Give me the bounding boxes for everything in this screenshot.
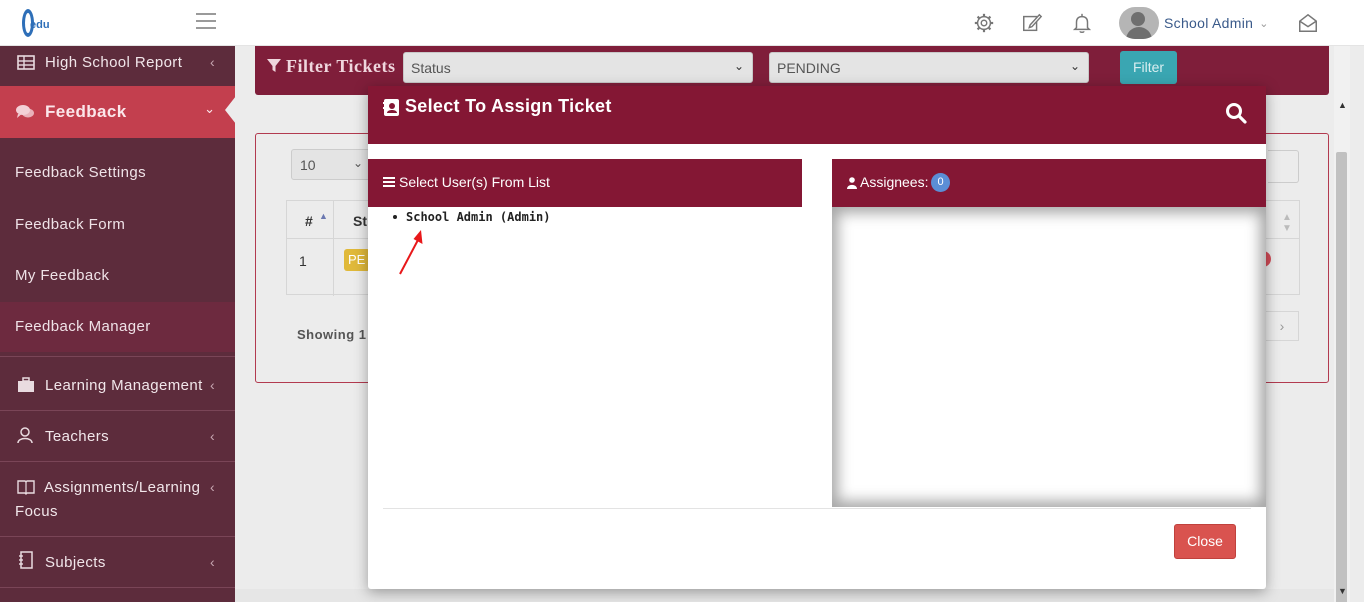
sidebar-item-teachers[interactable]: Teachers ‹ [0, 426, 235, 456]
chevron-down-icon: ⌄ [352, 156, 363, 170]
user-name: School Admin [1164, 15, 1254, 31]
sidebar: High School Report ‹ Feedback ⌄ Feedback… [0, 46, 236, 602]
sort-asc-icon: ▲ [319, 211, 328, 221]
column-header-status[interactable]: St [353, 213, 367, 229]
sidebar-sub-feedback-settings[interactable]: Feedback Settings [15, 164, 146, 181]
column-divider [333, 201, 334, 296]
book-icon [17, 480, 35, 495]
chevron-left-icon: ‹ [209, 54, 215, 70]
divider [0, 356, 235, 357]
sidebar-item-assignments[interactable]: Assignments/Learning Focus ‹ [0, 476, 235, 526]
table-icon [17, 55, 35, 70]
list-item[interactable]: School Admin (Admin) [393, 210, 551, 224]
chevron-left-icon: ‹ [209, 554, 215, 570]
filter-icon [267, 59, 281, 72]
sidebar-sub-feedback-manager[interactable]: Feedback Manager [15, 318, 151, 335]
next-page-button[interactable]: › [1266, 311, 1299, 341]
divider [0, 587, 235, 588]
chevron-left-icon: ‹ [209, 377, 215, 393]
close-button[interactable]: Close [1174, 524, 1236, 559]
page-length-select[interactable]: 10 ⌄ [291, 149, 371, 180]
chevron-left-icon: ‹ [209, 428, 215, 444]
user-list: School Admin (Admin) [393, 210, 551, 224]
user-list-panel-title: Select User(s) From List [399, 174, 550, 190]
sidebar-item-learning-management[interactable]: Learning Management ‹ [0, 374, 235, 404]
sidebar-item-subjects[interactable]: Subjects ‹ [0, 551, 235, 581]
top-bar: edu School Admin ⌄ [0, 0, 1364, 46]
column-header-number[interactable]: # [305, 213, 313, 229]
status-badge: PE [344, 249, 370, 271]
modal-footer-divider [383, 508, 1251, 509]
filter-title: Filter Tickets [267, 56, 396, 77]
menu-toggle-icon[interactable] [196, 13, 216, 29]
bullet [393, 214, 397, 219]
scrollbar-thumb[interactable] [1336, 152, 1347, 602]
value-select[interactable]: PENDING ⌄ [769, 52, 1089, 83]
sidebar-item-label: Learning Management [45, 377, 203, 394]
chevron-down-icon: ⌄ [1069, 59, 1080, 73]
sidebar-item-label: Teachers [45, 428, 110, 445]
filter-title-text: Filter Tickets [286, 56, 396, 76]
svg-text:edu: edu [30, 19, 50, 31]
assignees-panel-header: Assignees: 0 [832, 159, 1266, 207]
filter-button[interactable]: Filter [1120, 51, 1177, 84]
sidebar-item-feedback[interactable]: Feedback ⌄ [0, 86, 236, 138]
sidebar-item-label: Assignments/Learning [44, 479, 201, 496]
chevron-down-icon: ⌄ [733, 59, 744, 73]
assignees-list[interactable] [832, 207, 1266, 507]
modal-header: Select To Assign Ticket [368, 86, 1266, 144]
teacher-icon [17, 427, 33, 444]
value-select-value: PENDING [777, 60, 841, 76]
briefcase-icon [18, 377, 34, 392]
chevron-down-icon: ⌄ [204, 101, 215, 116]
sidebar-item-label: Feedback [45, 102, 127, 121]
divider [0, 410, 235, 411]
gear-icon[interactable] [973, 12, 995, 34]
notebook-icon [19, 551, 33, 569]
assignee-count-badge: 0 [931, 173, 950, 192]
user-list-panel-header: Select User(s) From List [368, 159, 802, 207]
avatar [1119, 7, 1159, 39]
scroll-up-icon[interactable]: ▲ [1338, 100, 1347, 110]
table-info: Showing 1 [297, 327, 367, 342]
divider [0, 461, 235, 462]
status-select[interactable]: Status ⌄ [403, 52, 753, 83]
sidebar-sub-feedback-form[interactable]: Feedback Form [15, 216, 125, 233]
scroll-down-icon[interactable]: ▼ [1338, 586, 1347, 596]
assignees-panel-title: Assignees: [860, 174, 929, 190]
sidebar-item-label: Subjects [45, 554, 106, 571]
assign-ticket-modal: Select To Assign Ticket Select User(s) F… [368, 86, 1266, 589]
list-icon [383, 177, 395, 187]
mail-open-icon[interactable] [1297, 12, 1319, 34]
sidebar-item-high-school-report[interactable]: High School Report ‹ [0, 52, 235, 82]
bell-icon[interactable] [1071, 12, 1093, 34]
footer-strip [235, 589, 1334, 602]
user-icon [847, 177, 857, 189]
edit-icon[interactable] [1021, 12, 1043, 34]
sort-icon: ▲ ▼ [1282, 212, 1292, 234]
sidebar-item-label: High School Report [45, 54, 183, 71]
chevron-down-icon: ⌄ [1259, 17, 1269, 30]
scrollbar[interactable]: ▲ ▼ [1334, 46, 1350, 602]
modal-title: Select To Assign Ticket [405, 96, 612, 116]
logo[interactable]: edu [20, 6, 60, 40]
annotation-arrow [399, 230, 423, 275]
comments-icon [16, 105, 34, 118]
sidebar-item-label-line2: Focus [15, 503, 58, 520]
user-option-label: School Admin (Admin) [406, 210, 551, 224]
chevron-left-icon: ‹ [209, 479, 215, 495]
user-menu[interactable]: School Admin ⌄ [1119, 7, 1268, 39]
search-input[interactable] [1268, 150, 1299, 183]
search-icon[interactable] [1225, 102, 1247, 124]
table-cell-number: 1 [299, 253, 307, 269]
contact-card-icon [383, 99, 399, 116]
status-select-value: Status [411, 60, 451, 76]
divider [0, 536, 235, 537]
sidebar-sub-my-feedback[interactable]: My Feedback [15, 267, 109, 284]
page-length-value: 10 [300, 157, 316, 173]
